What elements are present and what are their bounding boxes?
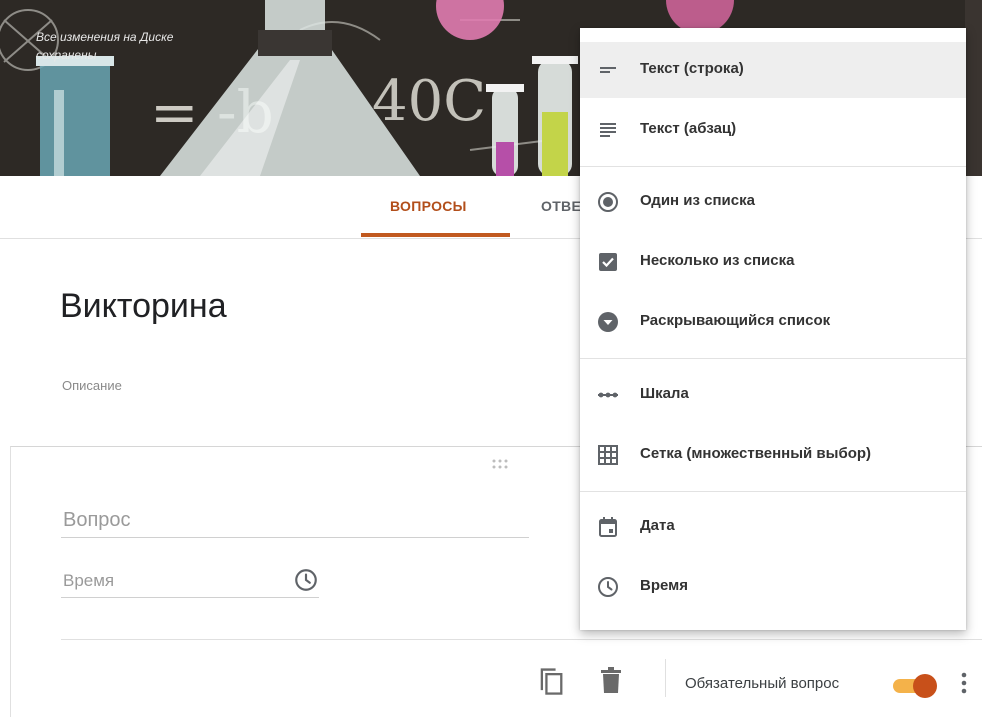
drag-handle-icon[interactable] — [491, 459, 513, 469]
menu-item-label: Дата — [640, 517, 675, 534]
menu-item-paragraph[interactable]: Текст (абзац) — [580, 102, 966, 158]
paragraph-icon — [600, 123, 616, 137]
required-label: Обязательный вопрос — [685, 675, 840, 692]
menu-item-date[interactable]: Дата — [580, 499, 966, 555]
time-answer-field: Время — [61, 565, 319, 598]
dropdown-icon — [598, 312, 618, 332]
grid-icon — [598, 445, 618, 465]
menu-item-grid[interactable]: Сетка (множественный выбор) — [580, 427, 966, 483]
checkbox-icon — [599, 253, 617, 271]
menu-item-checkboxes[interactable]: Несколько из списка — [580, 234, 966, 290]
active-tab-indicator — [361, 233, 510, 237]
save-status: Все изменения на Диске сохранены — [36, 30, 174, 62]
menu-item-multiple-choice[interactable]: Один из списка — [580, 174, 966, 230]
menu-item-label: Несколько из списка — [640, 252, 795, 269]
clock-icon — [295, 569, 317, 591]
duplicate-icon[interactable] — [537, 665, 565, 697]
menu-item-dropdown[interactable]: Раскрывающийся список — [580, 294, 966, 350]
menu-item-time[interactable]: Время — [580, 559, 966, 615]
toolbar-separator — [665, 659, 666, 697]
menu-divider — [580, 358, 966, 359]
calendar-icon — [599, 517, 617, 537]
menu-item-label: Шкала — [640, 385, 689, 402]
question-type-menu: Текст (строка) Текст (абзац) Один из спи… — [580, 28, 966, 630]
clock-icon — [598, 577, 618, 597]
form-description-field[interactable]: Описание — [62, 378, 122, 393]
menu-item-label: Текст (строка) — [640, 60, 744, 77]
menu-item-label: Сетка (множественный выбор) — [640, 445, 872, 462]
chalk-formula-right: 40C — [372, 69, 486, 134]
form-title[interactable]: Викторина — [60, 287, 227, 326]
time-answer-placeholder: Время — [63, 571, 115, 590]
card-divider — [61, 639, 982, 640]
question-placeholder: Вопрос — [63, 509, 131, 531]
menu-item-label: Время — [640, 577, 688, 594]
radio-icon — [598, 192, 618, 212]
menu-item-label: Текст (абзац) — [640, 120, 737, 137]
linear-scale-icon — [598, 392, 618, 398]
short-text-icon — [600, 67, 616, 73]
menu-item-label: Раскрывающийся список — [640, 312, 831, 329]
question-title-input[interactable]: Вопрос — [61, 507, 529, 538]
tab-questions[interactable]: ВОПРОСЫ — [390, 198, 467, 214]
menu-divider — [580, 166, 966, 167]
menu-item-label: Один из списка — [640, 192, 755, 209]
required-toggle[interactable] — [891, 671, 941, 701]
menu-item-linear-scale[interactable]: Шкала — [580, 367, 966, 423]
trash-icon[interactable] — [599, 667, 623, 695]
menu-item-short-text[interactable]: Текст (строка) — [580, 42, 966, 98]
menu-divider — [580, 491, 966, 492]
more-vertical-icon[interactable] — [956, 669, 972, 699]
